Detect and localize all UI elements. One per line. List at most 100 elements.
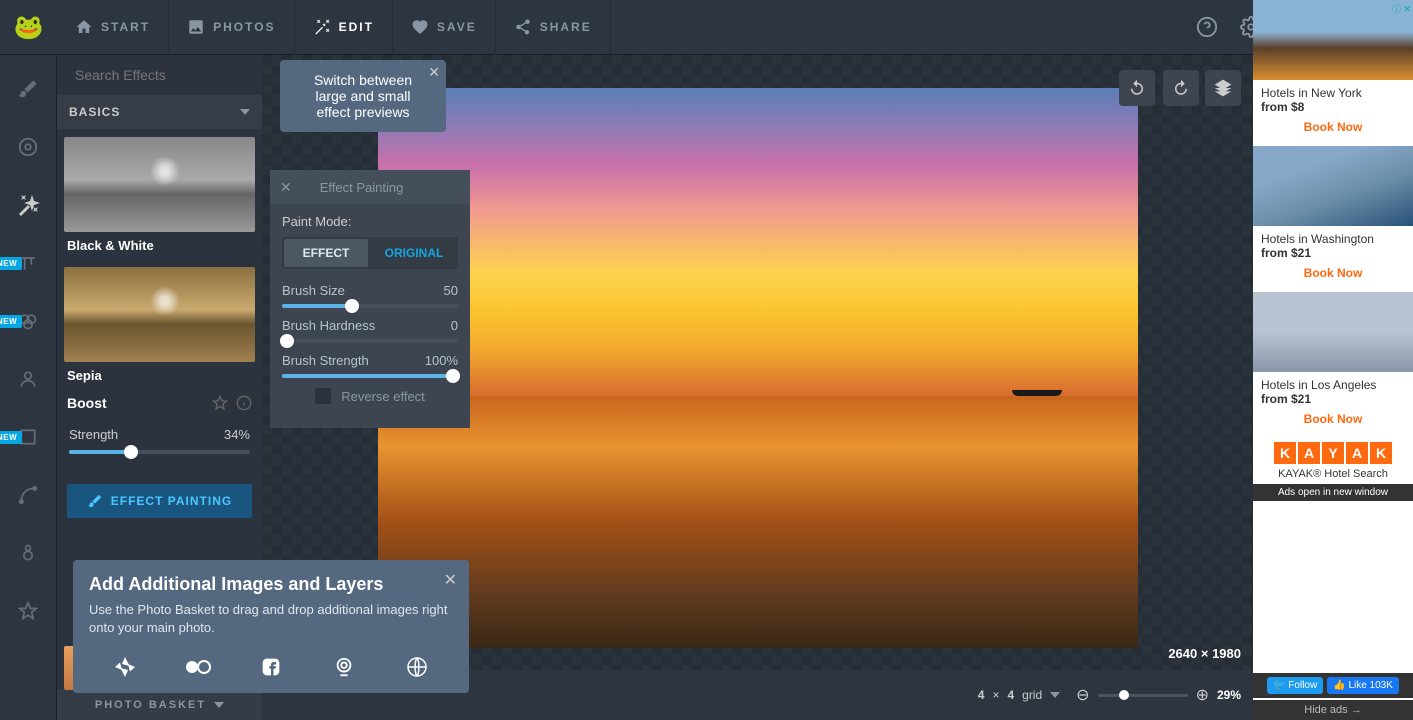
zoom-in-button[interactable]: ⊕: [1196, 685, 1209, 705]
photo-basket-label: PHOTO BASKET: [95, 699, 206, 711]
share-icon: [514, 18, 532, 36]
new-badge: NEW: [0, 431, 22, 444]
effect-boost-header: Boost: [57, 389, 262, 417]
preview-tooltip: ✕ Switch between large and small effect …: [280, 60, 446, 132]
effect-painting-panel: ✕ Effect Painting Paint Mode: EFFECT ORI…: [270, 170, 470, 428]
ad-card[interactable]: Hotels in New Yorkfrom $8 Book Now: [1253, 0, 1413, 146]
rail-star-icon[interactable]: [14, 597, 42, 625]
effect-sepia-label: Sepia: [57, 364, 262, 389]
rail-text-icon[interactable]: NEW: [14, 249, 42, 277]
nav-share-label: SHARE: [540, 20, 592, 34]
rail-gear-icon[interactable]: [14, 133, 42, 161]
tooltip-text: Switch between large and small effect pr…: [314, 72, 412, 120]
category-label: BASICS: [69, 105, 120, 119]
ad-book-link[interactable]: Book Now: [1253, 260, 1413, 286]
app-logo[interactable]: 🐸: [0, 0, 57, 55]
ad-card[interactable]: Hotels in Washingtonfrom $21 Book Now: [1253, 146, 1413, 292]
rail-portrait-icon[interactable]: [14, 365, 42, 393]
image-icon: [187, 18, 205, 36]
close-icon[interactable]: ✕: [444, 570, 457, 590]
nav-start[interactable]: START: [57, 0, 169, 55]
mode-effect-button[interactable]: EFFECT: [284, 239, 368, 267]
chevron-down-icon: [1050, 692, 1060, 698]
ads-note: Ads open in new window: [1253, 484, 1413, 501]
effect-boost-label: Boost: [67, 395, 107, 411]
brush-hardness-value: 0: [451, 318, 458, 333]
source-web-icon[interactable]: [401, 651, 433, 683]
effect-black-white[interactable]: Black & White: [57, 137, 262, 259]
source-facebook-icon[interactable]: [255, 651, 287, 683]
ad-book-link[interactable]: Book Now: [1253, 406, 1413, 432]
facebook-like-button[interactable]: 👍 Like 103K: [1327, 677, 1399, 694]
nav-start-label: START: [101, 20, 150, 34]
brush-hardness-slider[interactable]: [282, 339, 458, 343]
effect-painting-button[interactable]: EFFECT PAINTING: [67, 484, 252, 518]
source-webcam-icon[interactable]: [328, 651, 360, 683]
ad-price: from $8: [1261, 100, 1304, 114]
category-basics[interactable]: BASICS: [57, 95, 262, 129]
close-icon[interactable]: ✕: [280, 179, 292, 196]
brush-strength-slider[interactable]: [282, 374, 458, 378]
rail-brush-icon[interactable]: [14, 75, 42, 103]
chevron-down-icon: [214, 702, 224, 708]
mode-original-button[interactable]: ORIGINAL: [372, 239, 456, 267]
hide-ads-link[interactable]: Hide ads →: [1253, 700, 1413, 720]
rail-filters-icon[interactable]: NEW: [14, 307, 42, 335]
zoom-out-button[interactable]: ⊖: [1076, 685, 1089, 705]
nav-edit[interactable]: EDIT: [295, 0, 393, 55]
strength-control: Strength 34%: [57, 417, 262, 474]
paint-mode-toggle: EFFECT ORIGINAL: [282, 237, 458, 269]
search-row: [57, 55, 262, 95]
favorite-star-icon[interactable]: [212, 395, 228, 411]
popover-body: Use the Photo Basket to drag and drop ad…: [89, 601, 453, 637]
layers-button[interactable]: [1205, 70, 1241, 106]
reverse-effect-row[interactable]: Reverse effect: [282, 388, 458, 404]
paint-mode-label: Paint Mode:: [282, 214, 458, 229]
ad-price: from $21: [1261, 392, 1311, 406]
grid-control[interactable]: 4×4 grid: [978, 688, 1060, 702]
ad-book-link[interactable]: Book Now: [1253, 114, 1413, 140]
rail-effects-icon[interactable]: [14, 191, 42, 219]
effect-bw-label: Black & White: [57, 234, 262, 259]
home-icon: [75, 18, 93, 36]
reverse-checkbox[interactable]: [315, 388, 331, 404]
nav-share[interactable]: SHARE: [496, 0, 611, 55]
info-icon[interactable]: [236, 395, 252, 411]
brush-strength-label: Brush Strength: [282, 353, 369, 368]
popover-title: Add Additional Images and Layers: [89, 574, 453, 595]
source-aperture-icon[interactable]: [109, 651, 141, 683]
twitter-follow-button[interactable]: 🐦 Follow: [1267, 677, 1323, 694]
new-badge: NEW: [0, 257, 22, 270]
close-icon[interactable]: ✕: [428, 64, 440, 81]
effect-sepia[interactable]: Sepia: [57, 267, 262, 389]
ad-info-icon[interactable]: ⓘ ✕: [1392, 2, 1411, 15]
search-input[interactable]: [75, 67, 256, 83]
reverse-label: Reverse effect: [341, 389, 425, 404]
rail-curve-icon[interactable]: [14, 481, 42, 509]
ad-title: Hotels in New York: [1261, 86, 1405, 100]
heart-icon: [411, 18, 429, 36]
source-flickr-icon[interactable]: [182, 651, 214, 683]
ad-title: Hotels in Los Angeles: [1261, 378, 1405, 392]
chevron-down-icon: [240, 109, 250, 115]
strength-label: Strength: [69, 427, 118, 442]
zoom-slider[interactable]: [1098, 694, 1188, 697]
redo-button[interactable]: [1163, 70, 1199, 106]
nav-photos[interactable]: PHOTOS: [169, 0, 294, 55]
nav-save[interactable]: SAVE: [393, 0, 496, 55]
main-photo: [378, 88, 1138, 648]
new-badge: NEW: [0, 315, 22, 328]
brush-size-slider[interactable]: [282, 304, 458, 308]
panel-title: Effect Painting: [320, 180, 404, 195]
brush-icon: [87, 493, 103, 509]
undo-button[interactable]: [1119, 70, 1155, 106]
help-icon[interactable]: [1187, 7, 1227, 47]
photo-basket-toggle[interactable]: PHOTO BASKET: [57, 690, 262, 720]
nav-edit-label: EDIT: [339, 20, 374, 34]
strength-slider[interactable]: [69, 450, 250, 454]
add-images-popover: ✕ Add Additional Images and Layers Use t…: [73, 560, 469, 693]
nav-photos-label: PHOTOS: [213, 20, 275, 34]
rail-snow-icon[interactable]: [14, 539, 42, 567]
ad-card[interactable]: Hotels in Los Angelesfrom $21 Book Now: [1253, 292, 1413, 438]
rail-frames-icon[interactable]: NEW: [14, 423, 42, 451]
